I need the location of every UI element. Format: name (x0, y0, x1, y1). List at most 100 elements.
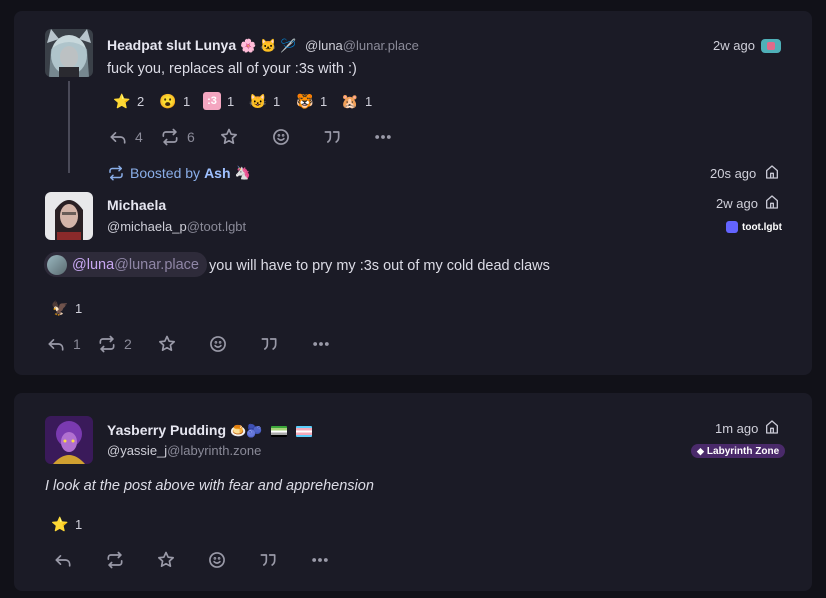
reply-button[interactable]: 1 (46, 334, 81, 354)
name-emoji: 🐱 (260, 38, 277, 53)
reaction[interactable]: 🐹 1 (341, 91, 372, 111)
smiley-icon (273, 129, 289, 145)
star-emoji-icon: ⭐ (113, 92, 131, 109)
boost-button[interactable]: 6 (160, 127, 195, 147)
reply-button[interactable] (53, 550, 73, 570)
quote-icon (260, 554, 276, 566)
surprised-emoji-icon: 😮 (159, 92, 177, 109)
reaction-count: 1 (227, 93, 235, 109)
favourite-button[interactable] (219, 127, 239, 147)
reaction[interactable]: 😺 1 (249, 91, 280, 111)
boosted-by: Boosted by Ash 🦄 (107, 164, 251, 182)
boost-button[interactable]: 2 (97, 334, 132, 354)
reaction[interactable]: 🦅 1 (51, 298, 82, 318)
mention-chip[interactable]: @luna @lunar.place (44, 252, 207, 277)
reaction[interactable]: 🐯 1 (296, 91, 327, 111)
name-emoji: 🫐 (246, 423, 263, 438)
display-name[interactable]: Headpat slut Lunya (107, 37, 236, 53)
instance-badge: toot.lgbt (722, 220, 786, 234)
status-content: you will have to pry my :3s out of my co… (209, 258, 550, 274)
quote-icon (324, 131, 340, 143)
mastodon-icon (726, 221, 738, 233)
reaction-count: 1 (273, 93, 281, 109)
boost-button[interactable] (105, 550, 125, 570)
reaction[interactable]: ⭐ 2 (113, 91, 144, 111)
labyrinth-icon: ◆ (697, 445, 704, 456)
more-button[interactable] (311, 334, 331, 354)
star-emoji-icon: ⭐ (51, 515, 69, 532)
avatar-michaela[interactable] (45, 192, 93, 240)
boost-icon (162, 128, 178, 146)
quote-button[interactable] (322, 127, 342, 147)
smiley-icon (209, 552, 225, 568)
home-visibility-icon (764, 164, 780, 183)
boost-count: 6 (187, 129, 195, 145)
boost-label: Boosted by (130, 165, 201, 181)
boost-count: 2 (124, 336, 132, 352)
status-content: I look at the post above with fear and a… (45, 478, 374, 494)
react-button[interactable] (208, 334, 228, 354)
react-button[interactable] (271, 127, 291, 147)
user-handle[interactable]: @michaela_p@toot.lgbt (107, 219, 246, 234)
reaction-count: 1 (75, 300, 83, 316)
reaction[interactable]: 😮 1 (159, 91, 190, 111)
status-content: fuck you, replaces all of your :3s with … (107, 61, 357, 77)
timestamp[interactable]: 2w ago (713, 38, 755, 53)
favourite-button[interactable] (157, 334, 177, 354)
reaction[interactable]: :3 1 (203, 91, 234, 111)
more-button[interactable] (373, 127, 393, 147)
reaction-count: 1 (183, 93, 191, 109)
smiley-icon (210, 336, 226, 352)
booster-name[interactable]: Ash (204, 165, 230, 181)
colon-three-emoji-icon: :3 (203, 92, 221, 110)
reaction-count: 1 (320, 93, 328, 109)
hamster-emoji-icon: 🐹 (341, 92, 359, 109)
display-name[interactable]: Michaela (107, 197, 166, 213)
display-name[interactable]: Yasberry Pudding (107, 422, 226, 438)
status-card-thread: Headpat slut Lunya 🌸 🐱 🪡 @luna@lunar.pla… (14, 11, 812, 375)
more-icon (375, 135, 391, 139)
quote-button[interactable] (258, 550, 278, 570)
bird-emoji-icon: 🦅 (51, 299, 69, 316)
favourite-button[interactable] (156, 550, 176, 570)
reply-icon (55, 555, 71, 567)
cat-emoji-icon: 😺 (249, 92, 267, 109)
instance-badge: ◆ Labyrinth Zone (691, 444, 786, 458)
name-emoji: 🍮 (229, 423, 247, 438)
boost-icon (107, 551, 123, 569)
trans-flag-icon (296, 425, 313, 437)
aromantic-flag-icon (271, 425, 288, 437)
home-visibility-icon (764, 419, 780, 438)
reaction[interactable]: ⭐ 1 (51, 514, 82, 534)
reaction-count: 2 (137, 93, 145, 109)
more-icon (313, 342, 329, 346)
avatar-lunya[interactable] (45, 29, 93, 77)
avatar-yasberry[interactable] (45, 416, 93, 464)
more-button[interactable] (310, 550, 330, 570)
thread-line (68, 81, 70, 173)
reply-icon (110, 132, 126, 144)
mention-avatar (47, 254, 67, 275)
boost-timestamp[interactable]: 20s ago (710, 166, 756, 181)
boost-icon (109, 165, 123, 181)
reply-icon (48, 339, 64, 351)
star-icon (159, 335, 175, 351)
booster-emoji: 🦄 (234, 165, 251, 180)
user-handle[interactable]: @luna@lunar.place (305, 38, 419, 53)
timestamp[interactable]: 1m ago (715, 421, 758, 436)
name-emoji: 🪡 (280, 38, 297, 53)
status-card: Yasberry Pudding 🍮🫐 @yassie_j@labyrinth.… (14, 393, 812, 591)
reaction-count: 1 (75, 516, 83, 532)
user-handle[interactable]: @yassie_j@labyrinth.zone (107, 443, 261, 458)
timestamp[interactable]: 2w ago (716, 196, 758, 211)
name-emoji: 🌸 (240, 38, 257, 53)
react-button[interactable] (207, 550, 227, 570)
star-icon (158, 551, 174, 567)
star-icon (221, 128, 237, 144)
reply-button[interactable]: 4 (108, 127, 143, 147)
reply-count: 4 (135, 129, 143, 145)
home-visibility-icon (764, 194, 780, 213)
reaction-count: 1 (365, 93, 373, 109)
quote-icon (261, 338, 277, 350)
quote-button[interactable] (259, 334, 279, 354)
